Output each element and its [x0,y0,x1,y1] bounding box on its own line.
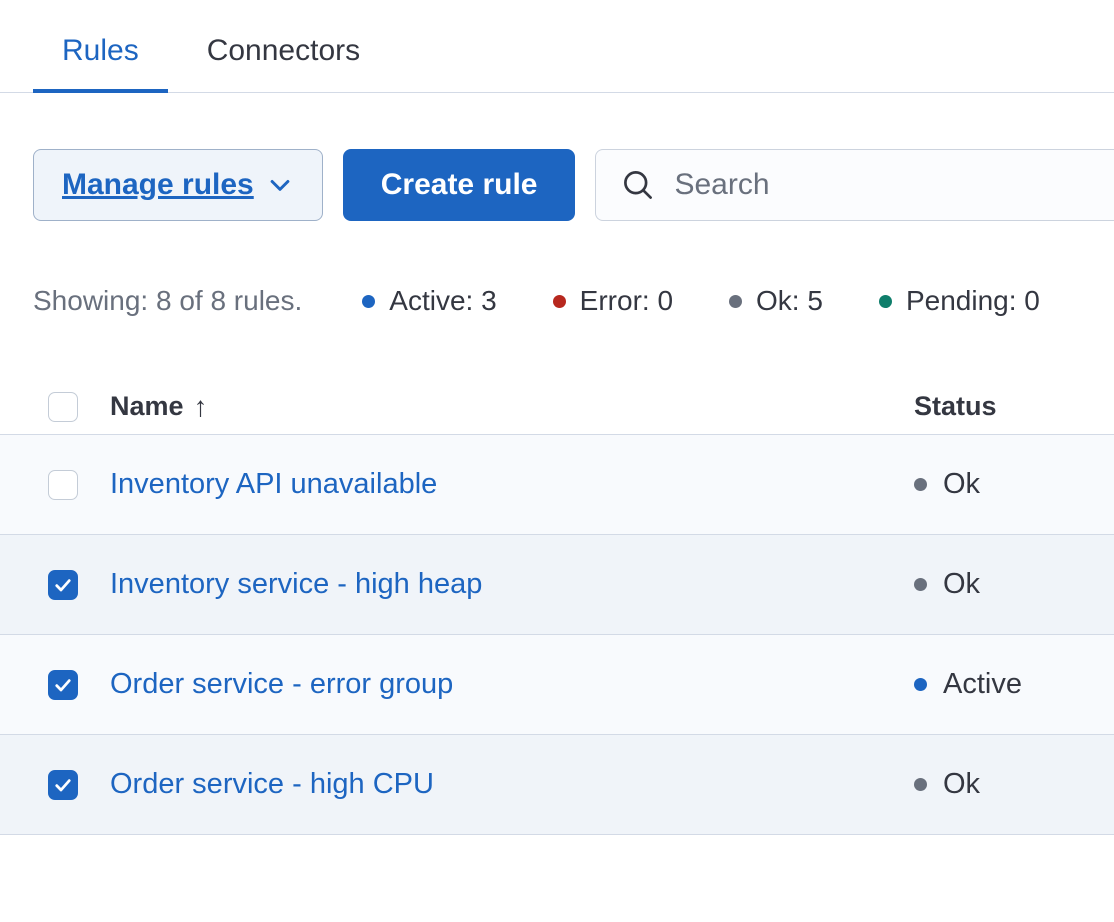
rule-name-link[interactable]: Order service - high CPU [110,768,434,801]
status-counter-label: Pending: 0 [906,285,1040,317]
status-dot-icon [914,478,927,491]
status-counter-label: Error: 0 [580,285,673,317]
column-header-status[interactable]: Status [914,391,997,422]
table-row: Order service - high CPU Ok [0,735,1114,835]
table-row: Order service - error group Active [0,635,1114,735]
table-row: Inventory service - high heap Ok [0,535,1114,635]
rules-table: Name ↑ Status Inventory API unavailable … [0,379,1114,835]
row-status: Ok [914,468,1114,501]
status-dot-icon [553,295,566,308]
row-checkbox[interactable] [48,670,78,700]
status-counter-label: Ok: 5 [756,285,823,317]
status-dot-icon [362,295,375,308]
table-body: Inventory API unavailable Ok Inventory s… [0,435,1114,835]
status-counter: Pending: 0 [879,285,1040,317]
rule-name-link[interactable]: Inventory service - high heap [110,568,482,601]
status-counter: Error: 0 [553,285,673,317]
tab-bar: Rules Connectors [0,0,1114,93]
select-all-checkbox[interactable] [48,392,78,422]
row-status: Ok [914,568,1114,601]
tab-rules[interactable]: Rules [33,26,168,92]
status-dot-icon [914,678,927,691]
showing-count-text: Showing: 8 of 8 rules. [33,285,302,317]
search-icon [620,167,656,203]
rule-name-link[interactable]: Inventory API unavailable [110,468,437,501]
status-counter-label: Active: 3 [389,285,496,317]
row-checkbox[interactable] [48,770,78,800]
row-status: Ok [914,768,1114,801]
row-checkbox[interactable] [48,470,78,500]
create-rule-button[interactable]: Create rule [343,149,576,221]
chevron-down-icon [266,171,294,199]
status-counter: Ok: 5 [729,285,823,317]
status-label: Ok [943,768,980,801]
tab-connectors[interactable]: Connectors [178,26,389,92]
status-label: Ok [943,568,980,601]
table-header: Name ↑ Status [0,379,1114,435]
rules-summary: Showing: 8 of 8 rules. Active: 3 Error: … [0,285,1114,317]
row-status: Active [914,668,1114,701]
status-dot-icon [914,578,927,591]
column-header-name[interactable]: Name [110,391,184,422]
table-row: Inventory API unavailable Ok [0,435,1114,535]
sort-ascending-icon: ↑ [194,391,208,423]
status-counter: Active: 3 [362,285,496,317]
status-dot-icon [914,778,927,791]
toolbar: Manage rules Create rule [0,149,1114,221]
status-dot-icon [729,295,742,308]
status-label: Ok [943,468,980,501]
manage-rules-button[interactable]: Manage rules [33,149,323,221]
manage-rules-label: Manage rules [62,168,254,202]
status-counters: Active: 3 Error: 0 Ok: 5 Pending: 0 [362,285,1040,317]
status-dot-icon [879,295,892,308]
search-input[interactable] [674,168,1106,202]
row-checkbox[interactable] [48,570,78,600]
rule-name-link[interactable]: Order service - error group [110,668,453,701]
status-label: Active [943,668,1022,701]
search-box [595,149,1114,221]
